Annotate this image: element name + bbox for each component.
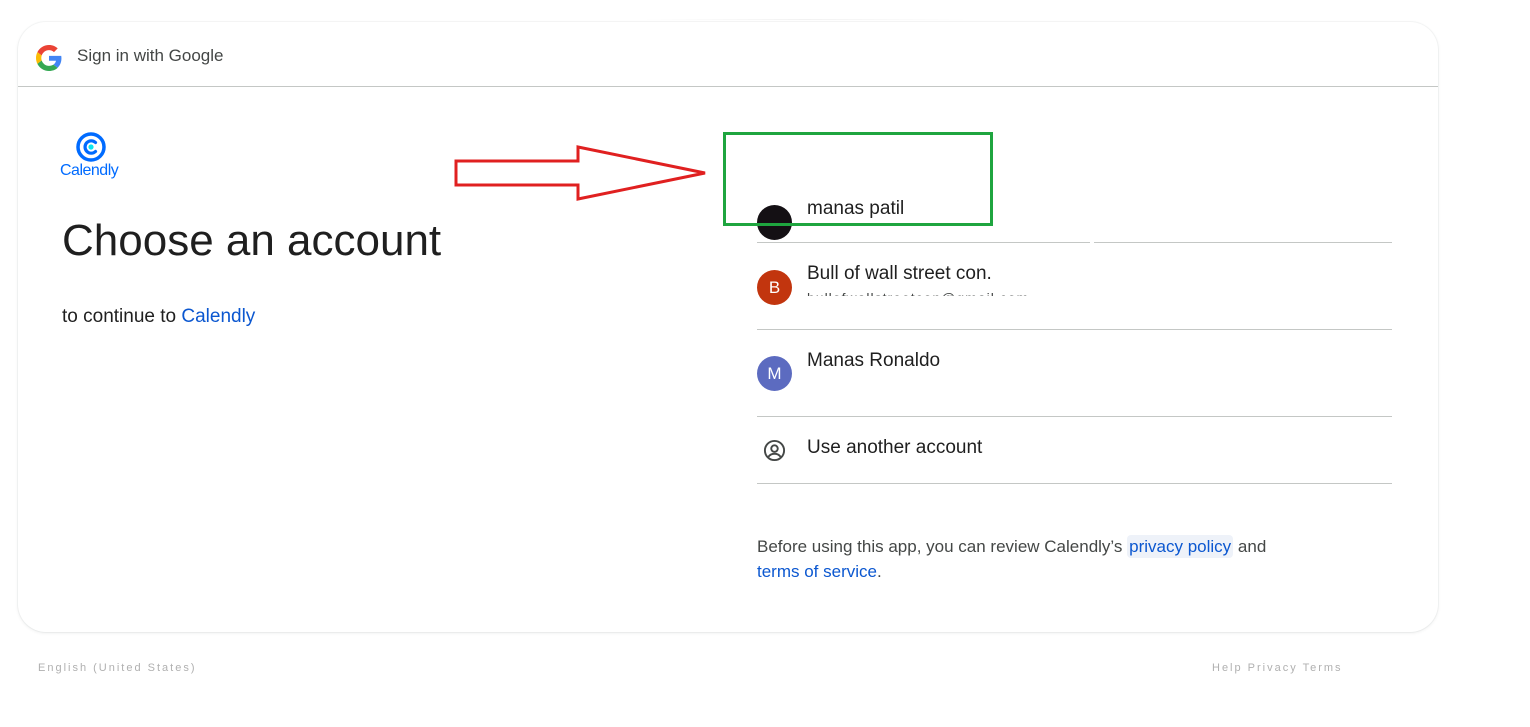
account-item-manas-ronaldo[interactable]: M Manas Ronaldo xyxy=(757,330,1392,417)
account-email: bullofwallstreetcon@gmail.com xyxy=(807,290,1029,296)
annotation-highlight-box xyxy=(723,132,993,226)
annotation-arrow xyxy=(454,145,706,201)
account-name: Manas Ronaldo xyxy=(807,350,941,371)
page-title: Choose an account xyxy=(62,216,442,265)
account-name: Bull of wall street con. xyxy=(807,263,992,284)
use-another-label: Use another account xyxy=(807,437,983,458)
avatar: M xyxy=(757,356,792,391)
account-circle-icon xyxy=(763,439,786,462)
card-header: Sign in with Google xyxy=(18,22,1438,87)
calendly-wordmark: Calendly xyxy=(60,162,119,179)
terms-of-service-link[interactable]: terms of service xyxy=(757,562,877,581)
avatar: B xyxy=(757,270,792,305)
top-divider xyxy=(640,19,970,20)
privacy-policy-link[interactable]: privacy policy xyxy=(1127,535,1234,558)
google-g-icon xyxy=(36,45,62,71)
policy-and: and xyxy=(1237,537,1267,556)
calendly-logo-icon xyxy=(76,132,106,162)
app-name-link[interactable]: Calendly xyxy=(181,306,255,327)
use-another-account-button[interactable]: Use another account xyxy=(757,417,1392,484)
policy-text: Before using this app, you can review Ca… xyxy=(757,537,1123,556)
sign-in-card: Sign in with Google Calendly Choose an a… xyxy=(18,22,1438,632)
subtitle-text: to continue to xyxy=(62,306,177,327)
footer-links[interactable]: Help Privacy Terms xyxy=(1212,662,1343,674)
subtitle: to continue to Calendly xyxy=(62,306,255,328)
header-title: Sign in with Google xyxy=(77,46,224,65)
policy-period: . xyxy=(876,562,882,581)
page: Sign in with Google Calendly Choose an a… xyxy=(0,0,1530,727)
policy-notice: Before using this app, you can review Ca… xyxy=(757,534,1377,584)
language-selector[interactable]: English (United States) xyxy=(38,662,197,674)
calendly-logo: Calendly xyxy=(60,132,124,182)
account-item-bull-of-wall-street[interactable]: B Bull of wall street con. bullofwallstr… xyxy=(757,243,1392,330)
